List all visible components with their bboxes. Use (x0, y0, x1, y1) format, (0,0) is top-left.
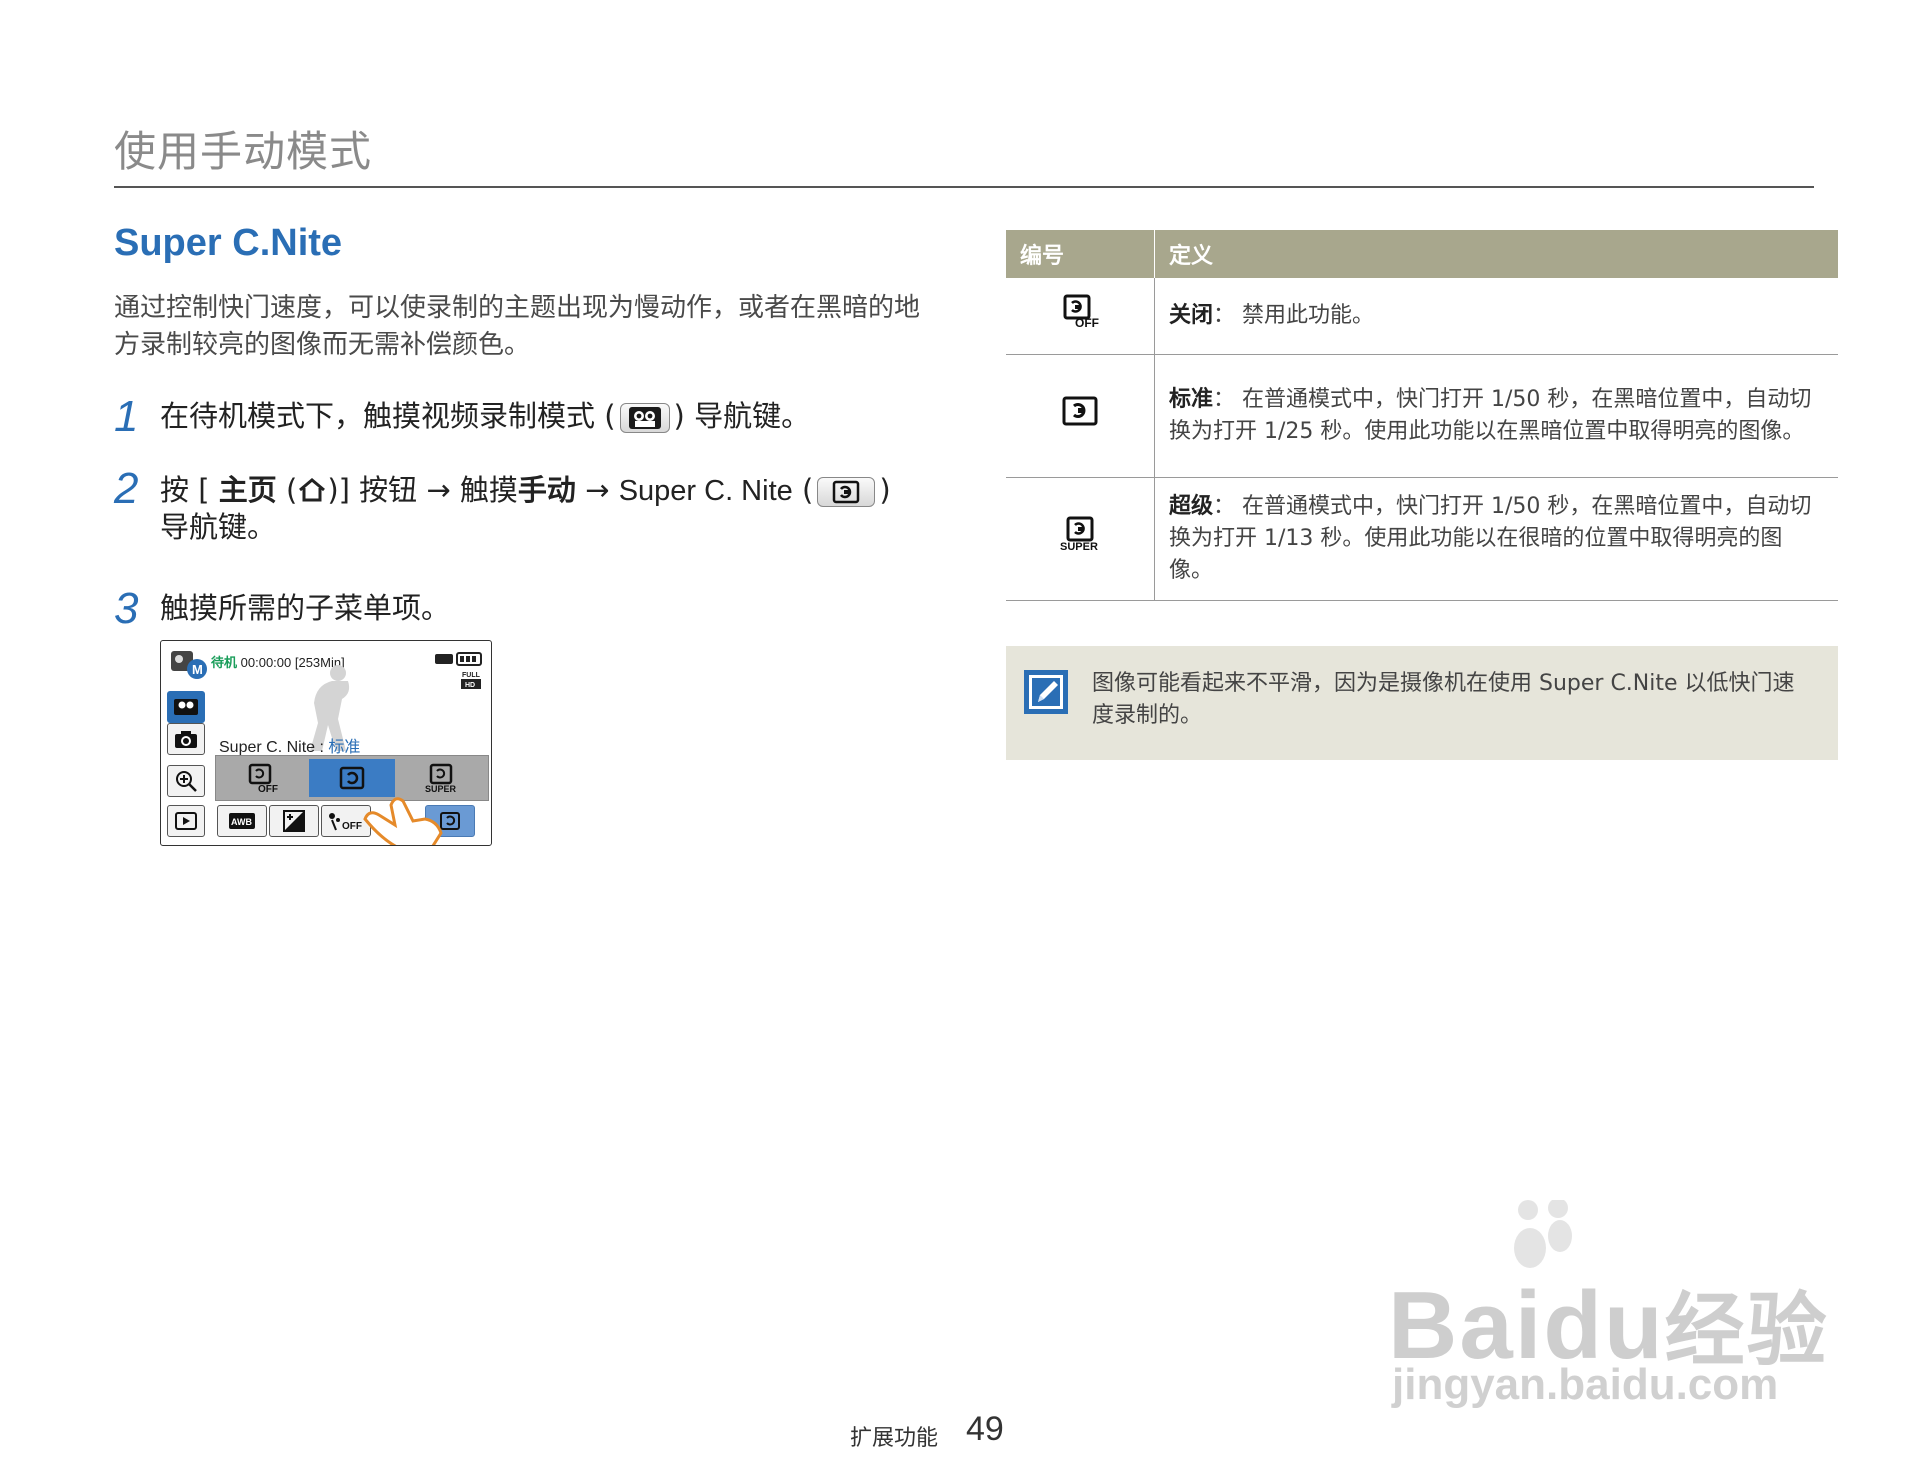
home-key-label: 主页 (218, 473, 277, 507)
step-2-part: 按 [ (160, 473, 219, 507)
row-definition: 关闭： 禁用此功能。 (1154, 278, 1838, 355)
nite-off-option[interactable]: OFF (220, 759, 306, 797)
row-icon-cell (1006, 354, 1155, 478)
step-1-number: 1 (114, 392, 139, 441)
step-2-part: ( (276, 473, 298, 507)
step-3-number: 3 (114, 584, 139, 633)
nite-normal-icon (817, 477, 876, 507)
table-row: 标准： 在普通模式中，快门打开 1/50 秒，在黑暗位置中，自动切换为打开 1/… (1006, 354, 1838, 478)
step-2-text: 按 [ 主页 ( )] 按钮 → 触摸手动 → Super C. Nite () 导… (160, 472, 950, 545)
manual-label: 手动 (517, 473, 576, 507)
awb-button[interactable]: AWB (217, 805, 267, 837)
svg-text:OFF: OFF (1075, 316, 1099, 328)
footer-section: 扩展功能 (850, 1426, 939, 1451)
svg-text:AWB: AWB (231, 817, 252, 827)
header-definition: 定义 (1154, 230, 1838, 278)
step-1-text-pre: 在待机模式下，触摸视频录制模式 ( (160, 399, 616, 433)
page-header-title: 使用手动模式 (114, 127, 373, 176)
step-1-text: 在待机模式下，触摸视频录制模式 ( ) 导航键。 (160, 398, 940, 434)
definition-table: 编号 定义 OFF 关闭： 禁用此功能。 标准： 在普通模式中，快门打开 1/5… (1006, 230, 1838, 601)
nite-normal-icon (1061, 396, 1099, 433)
note-box: 图像可能看起来不平滑，因为是摄像机在使用 Super C.Nite 以低快门速度… (1006, 646, 1838, 760)
row-desc: 禁用此功能。 (1242, 303, 1375, 328)
super-cnite-label: Super C. Nite (618, 475, 793, 507)
row-definition: 标准： 在普通模式中，快门打开 1/50 秒，在黑暗位置中，自动切换为打开 1/… (1154, 354, 1838, 478)
row-term: 超级 (1169, 494, 1214, 519)
row-term: 关闭 (1169, 303, 1214, 328)
row-sep: ： (1213, 387, 1236, 412)
header-number: 编号 (1006, 230, 1155, 278)
setting-value: 标准 (328, 739, 361, 756)
row-icon-cell: SUPER (1006, 477, 1155, 601)
note-text: 图像可能看起来不平滑，因为是摄像机在使用 Super C.Nite 以低快门速度… (1092, 671, 1795, 728)
video-mode-icon (619, 403, 670, 433)
step-1-text-post: ) 导航键。 (673, 399, 811, 433)
step-2-number: 2 (114, 464, 139, 513)
svg-text:HD: HD (465, 682, 475, 689)
step-2-part: → (575, 473, 619, 507)
step-2-part: ( (792, 473, 814, 507)
camcorder-screen-mockup: M 待机 00:00:00 [253Min] FULL HD Super C. N… (160, 640, 492, 846)
footer-page-number: 49 (966, 1410, 1004, 1448)
section-title: Super C.Nite (114, 222, 343, 264)
step-3-text: 触摸所需的子菜单项。 (160, 591, 451, 625)
row-term: 标准 (1169, 387, 1214, 412)
row-sep: ： (1213, 494, 1236, 519)
finger-touch-icon (361, 791, 451, 845)
status-mode: 待机 (211, 655, 238, 670)
note-pencil-icon (1022, 668, 1070, 720)
home-icon (297, 473, 327, 507)
header-divider (114, 186, 1814, 188)
table-header-row: 编号 定义 (1006, 230, 1838, 278)
row-definition: 超级： 在普通模式中，快门打开 1/50 秒，在黑暗位置中，自动切换为打开 1/… (1154, 477, 1838, 601)
step-2-part: )] 按钮 → 触摸 (327, 473, 518, 507)
setting-name: Super C. Nite : (219, 739, 329, 756)
step-2-part: 导航键。 (160, 510, 277, 544)
nite-off-icon: OFF (1059, 294, 1101, 334)
battery-icon: FULL HD (435, 651, 483, 695)
exposure-button[interactable] (269, 805, 319, 837)
table-row: OFF 关闭： 禁用此功能。 (1006, 278, 1838, 355)
section-intro: 通过控制快门速度，可以使录制的主题出现为慢动作，或者在黑暗的地方录制较亮的图像而… (114, 293, 921, 360)
photo-mode-button[interactable] (167, 723, 205, 755)
svg-text:OFF: OFF (342, 821, 362, 832)
camcorder-manual-icon: M (169, 647, 209, 685)
table-row: SUPER 超级： 在普通模式中，快门打开 1/50 秒，在黑暗位置中，自动切换… (1006, 477, 1838, 601)
svg-text:M: M (192, 662, 203, 677)
svg-text:OFF: OFF (258, 784, 278, 793)
playback-button[interactable] (167, 805, 205, 837)
row-sep: ： (1213, 303, 1236, 328)
svg-text:FULL: FULL (462, 672, 481, 679)
row-desc: 在普通模式中，快门打开 1/50 秒，在黑暗位置中，自动切换为打开 1/25 秒… (1169, 387, 1812, 444)
step-2-part: ) (879, 473, 891, 507)
nite-super-icon: SUPER (1055, 516, 1105, 558)
row-icon-cell: OFF (1006, 278, 1155, 355)
zoom-button[interactable] (167, 765, 205, 797)
watermark-url: jingyan.baidu.com (1392, 1360, 1779, 1409)
video-mode-button[interactable] (167, 691, 205, 723)
row-desc: 在普通模式中，快门打开 1/50 秒，在黑暗位置中，自动切换为打开 1/13 秒… (1169, 494, 1812, 583)
setting-label: Super C. Nite : 标准 (219, 733, 360, 757)
svg-text:SUPER: SUPER (1060, 541, 1098, 552)
